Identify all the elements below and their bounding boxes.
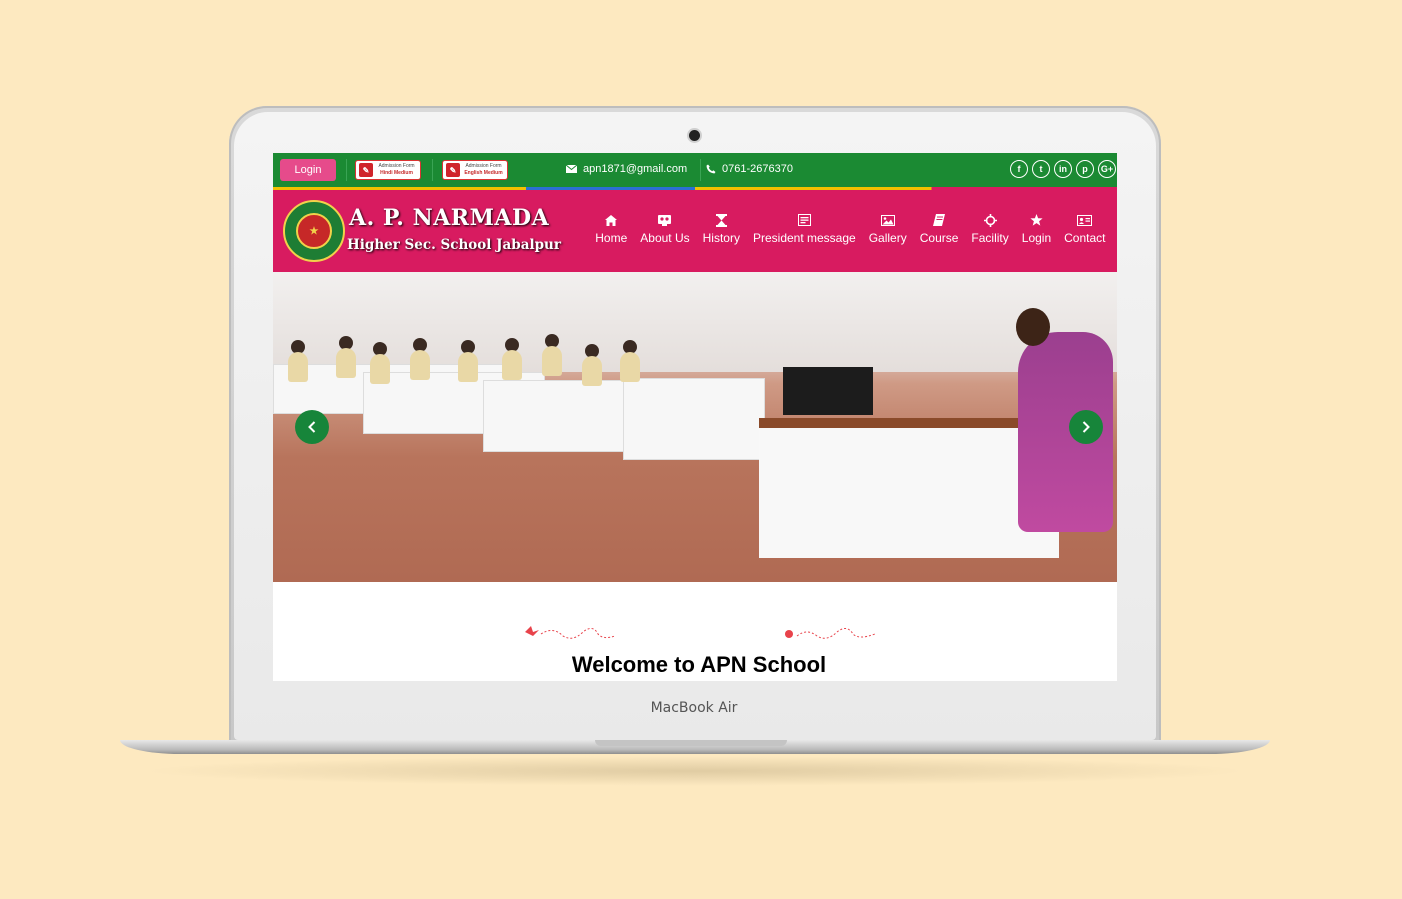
main-header: ★ A. P. NARMADA Higher Sec. School Jabal… [273,190,1117,272]
student-desk [483,380,635,452]
student-body [336,348,356,378]
email-contact[interactable]: apn1871@gmail.com [566,163,687,175]
nav-facility[interactable]: Facility [965,212,1015,245]
message-icon [797,212,811,228]
admission-label: Admission Form [378,163,415,169]
student-desk [623,378,765,460]
school-subtitle: Higher Sec. School Jabalpur [347,237,561,253]
slider-next-button[interactable] [1069,410,1103,444]
student-body [502,350,522,380]
nav-label: President message [752,231,856,245]
nav-label: About Us [640,231,690,245]
slider-prev-button[interactable] [295,410,329,444]
hero-slider [273,272,1117,582]
chevron-left-icon [308,421,316,433]
flower-icon [785,628,876,639]
phone-contact[interactable]: 0761-2676370 [706,163,793,175]
email-text: apn1871@gmail.com [583,163,688,175]
nav-contact[interactable]: Contact [1058,212,1112,245]
crosshair-icon [983,212,997,228]
nav-label: History [702,231,740,245]
laptop-notch [595,740,787,746]
about-icon [658,212,672,228]
student-body [410,350,430,380]
school-name: A. P. NARMADA [349,205,550,231]
nav-label: Contact [1064,231,1106,245]
contact-card-icon [1077,212,1093,228]
hourglass-icon [715,212,727,228]
logo-emblem: ★ [296,213,332,249]
linkedin-icon[interactable]: in [1054,160,1072,178]
nav-login[interactable]: Login [1015,212,1057,245]
image-icon [880,212,895,228]
nav-course[interactable]: Course [913,212,965,245]
nav-label: Facility [971,231,1009,245]
divider [700,159,701,181]
social-links: f t in p G+ [1006,160,1116,178]
pinterest-icon[interactable]: p [1076,160,1094,178]
main-nav: Home About Us History President message … [589,212,1112,245]
browser-screen: Login ✎ Admission Form Hindi Medium ✎ Ad… [273,153,1117,681]
phone-text: 0761-2676370 [722,163,793,175]
hero-photo-wall [273,272,1117,372]
admission-medium: Hindi Medium [380,170,413,176]
student-body [582,356,602,386]
nav-label: Gallery [868,231,907,245]
student-body [370,354,390,384]
home-icon [605,212,618,228]
laptop-shadow [140,756,1250,786]
chevron-right-icon [1082,421,1090,433]
nav-about-us[interactable]: About Us [634,212,696,245]
welcome-title: Welcome to APN School [571,652,827,677]
form-icon: ✎ [359,163,373,177]
nav-label: Course [919,231,959,245]
form-icon: ✎ [446,163,460,177]
nav-president-message[interactable]: President message [746,212,862,245]
book-icon [933,212,946,228]
envelope-icon [566,165,577,173]
nav-label: Home [595,231,628,245]
teacher-desk [759,418,1059,558]
student-body [458,352,478,382]
camera [689,130,700,141]
divider [346,159,347,181]
admission-label: Admission Form [465,163,502,169]
nav-label: Login [1021,231,1052,245]
facebook-icon[interactable]: f [1010,160,1028,178]
welcome-section: Welcome to APN School [273,582,1117,681]
nav-home[interactable]: Home [589,212,634,245]
top-login-button[interactable]: Login [280,159,336,181]
phone-icon [706,164,716,174]
divider [432,159,433,181]
monitor [783,367,873,415]
school-logo[interactable]: ★ [283,200,345,262]
student-body [542,346,562,376]
student-body [288,352,308,382]
nav-gallery[interactable]: Gallery [862,212,913,245]
nav-history[interactable]: History [696,212,746,245]
teacher-head [1016,308,1050,346]
twitter-icon[interactable]: t [1032,160,1050,178]
student-body [620,352,640,382]
admission-form-hindi-button[interactable]: ✎ Admission Form Hindi Medium [356,161,420,179]
laptop-brand-label: MacBook Air [650,700,738,716]
admission-form-english-button[interactable]: ✎ Admission Form English Medium [443,161,507,179]
google-plus-icon[interactable]: G+ [1098,160,1116,178]
star-icon [1030,212,1043,228]
admission-medium: English Medium [464,170,503,176]
butterfly-icon [525,626,616,639]
top-bar: Login ✎ Admission Form Hindi Medium ✎ Ad… [273,153,1117,187]
